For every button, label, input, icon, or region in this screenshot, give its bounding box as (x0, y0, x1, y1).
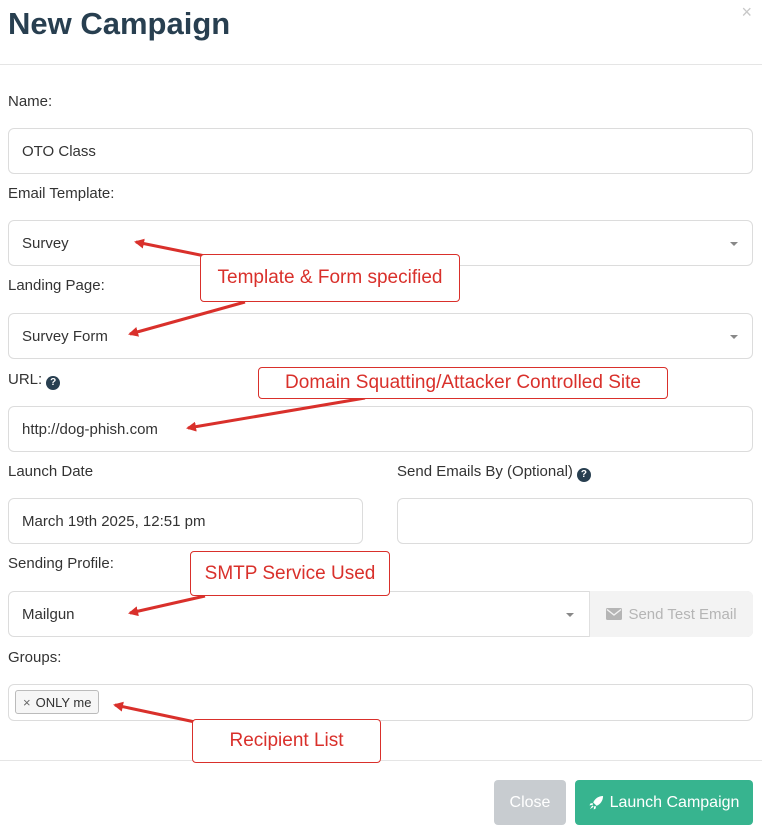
launch-date-input[interactable]: March 19th 2025, 12:51 pm (8, 498, 363, 544)
name-input-value: OTO Class (22, 142, 96, 160)
url-label-text: URL: (8, 371, 43, 388)
callout-domain: Domain Squatting/Attacker Controlled Sit… (258, 367, 668, 399)
question-circle-icon[interactable]: ? (46, 376, 61, 390)
launch-date-label: Launch Date (8, 463, 94, 480)
email-template-value: Survey (22, 234, 69, 252)
callout-recipients: Recipient List (192, 719, 381, 763)
chevron-down-icon (730, 242, 738, 246)
group-tag: × ONLY me (15, 690, 100, 714)
name-input[interactable]: OTO Class (8, 128, 753, 174)
modal-title: New Campaign (8, 6, 231, 41)
header-divider (0, 64, 762, 65)
chevron-down-icon (730, 335, 738, 339)
landing-page-label: Landing Page: (8, 277, 105, 294)
launch-campaign-label: Launch Campaign (609, 793, 740, 811)
question-circle-icon[interactable]: ? (576, 468, 591, 482)
sending-profile-label: Sending Profile: (8, 555, 114, 572)
groups-label: Groups: (8, 649, 62, 666)
callout-template-form: Template & Form specified (200, 254, 460, 302)
chevron-down-icon (566, 613, 574, 617)
send-emails-by-label: Send Emails By (Optional)? (397, 463, 591, 482)
remove-tag-icon[interactable]: × (23, 695, 31, 710)
send-test-email-button[interactable]: Send Test Email (589, 591, 753, 637)
footer-divider (0, 760, 762, 761)
landing-page-select[interactable]: Survey Form (8, 313, 753, 359)
url-input[interactable]: http://dog-phish.com (8, 406, 753, 452)
launch-campaign-button[interactable]: Launch Campaign (575, 780, 753, 825)
envelope-icon (606, 608, 623, 620)
url-label: URL:? (8, 371, 61, 390)
name-label: Name: (8, 93, 53, 110)
landing-page-value: Survey Form (22, 327, 108, 345)
email-template-label: Email Template: (8, 185, 115, 202)
send-test-email-label: Send Test Email (628, 605, 737, 623)
groups-input[interactable] (8, 684, 753, 721)
send-emails-by-input[interactable] (397, 498, 753, 544)
close-button[interactable]: Close (494, 780, 566, 825)
url-input-value: http://dog-phish.com (22, 420, 158, 438)
rocket-icon (589, 795, 603, 810)
callout-smtp: SMTP Service Used (190, 551, 390, 596)
group-tag-label: ONLY me (35, 694, 92, 710)
launch-date-value: March 19th 2025, 12:51 pm (22, 512, 206, 530)
send-emails-by-text: Send Emails By (Optional) (397, 463, 573, 480)
close-icon[interactable]: × (741, 2, 752, 23)
sending-profile-value: Mailgun (22, 605, 75, 623)
